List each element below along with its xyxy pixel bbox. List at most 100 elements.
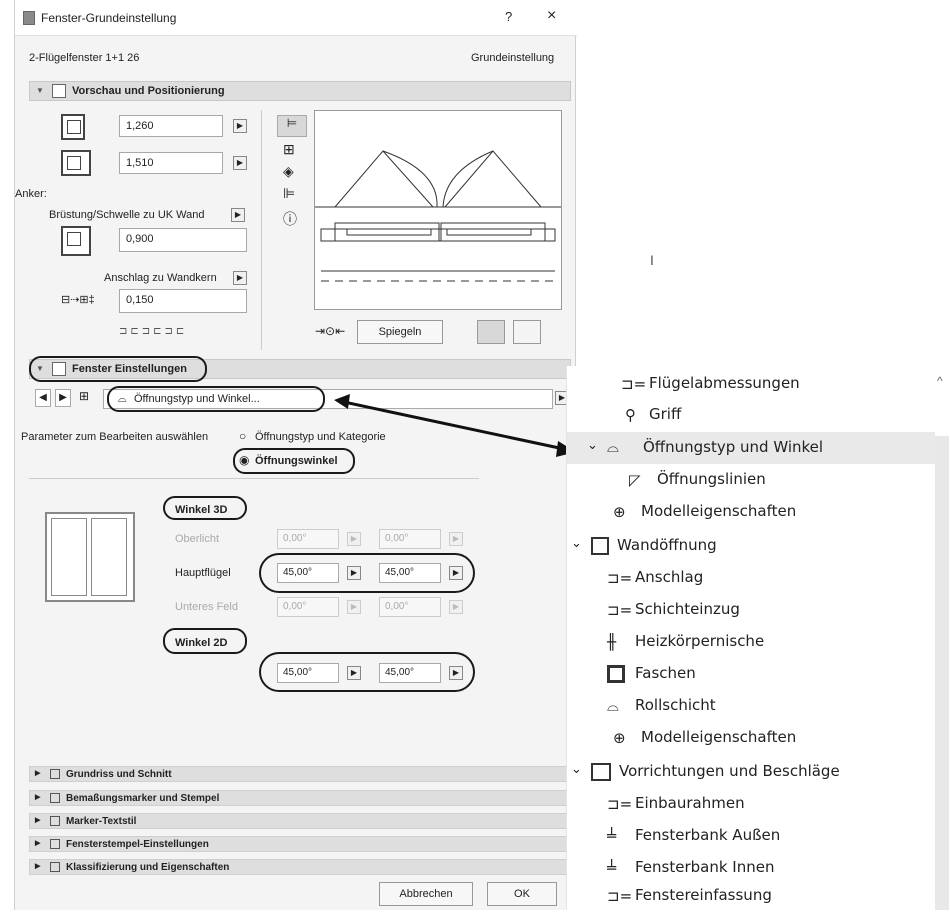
highlight-oval xyxy=(29,356,207,382)
tree-item-label: Griff xyxy=(649,405,682,423)
tree-item-heizkoerpernische[interactable]: ╫ Heizkörpernische xyxy=(607,626,907,658)
unteres-arrow-2[interactable]: ▶ xyxy=(449,600,463,614)
reveal-icon: ⊟⇢⊞‡ xyxy=(61,294,95,306)
tree-item-modelleigenschaften-2[interactable]: ⊕ Modelleigenschaften xyxy=(613,722,913,754)
oberlicht-label: Oberlicht xyxy=(175,533,220,545)
3d-view-icon[interactable]: ◈ xyxy=(283,163,294,180)
unteres-arrow-1[interactable]: ▶ xyxy=(347,600,361,614)
unteres-feld-label: Unteres Feld xyxy=(175,601,238,613)
scrollbar[interactable] xyxy=(935,436,949,910)
section-view-icon[interactable]: ⊫ xyxy=(283,185,295,202)
radiator-niche-icon: ╫ xyxy=(607,633,617,651)
unteres-input-2[interactable]: 0,00° xyxy=(379,597,441,617)
section-dimension-markers[interactable]: ▶ Bemaßungsmarker und Stempel xyxy=(29,790,571,806)
chevron-down-icon: ⌄ xyxy=(571,536,582,551)
tree-item-label: Einbaurahmen xyxy=(635,794,745,812)
tree-item-modelleigenschaften[interactable]: ⊕ Modelleigenschaften xyxy=(613,496,913,528)
tree-item-label: Modelleigenschaften xyxy=(641,728,797,746)
section-marker-textstyle[interactable]: ▶ Marker-Textstil xyxy=(29,813,571,829)
ok-button[interactable]: OK xyxy=(487,882,557,906)
param-select-label: Parameter zum Bearbeiten auswählen xyxy=(21,431,209,443)
elevation-view-icon[interactable]: ⊞ xyxy=(283,141,295,158)
section-classification[interactable]: ▶ Klassifizierung und Eigenschaften xyxy=(29,859,571,875)
page-tree-icon[interactable]: ⊞ xyxy=(79,389,95,407)
reveal-label: Anschlag zu Wandkern xyxy=(104,272,217,284)
tree-item-fenstereinfassung[interactable]: ⊐= Fenstereinfassung xyxy=(607,880,907,912)
width-input[interactable]: 1,260 xyxy=(119,115,223,137)
tree-item-anschlag[interactable]: ⊐= Anschlag xyxy=(607,562,907,594)
tree-item-label: Fenstereinfassung xyxy=(635,886,772,904)
section-preview[interactable]: ▼ Vorschau und Positionierung xyxy=(29,81,571,101)
sash-dimension-icon: ⊐= xyxy=(621,375,647,393)
classification-icon xyxy=(50,862,60,872)
sill-outside-icon: ╧ xyxy=(607,827,617,845)
tree-item-vorrichtungen[interactable]: ⌄ Vorrichtungen und Beschläge xyxy=(567,756,927,788)
window-plan-drawing xyxy=(315,150,561,282)
text-cursor-icon: I xyxy=(650,252,654,268)
tree-item-griff[interactable]: ⚲ Griff xyxy=(621,399,921,431)
tree-item-einbaurahmen[interactable]: ⊐= Einbaurahmen xyxy=(607,788,907,820)
mirror-icon[interactable]: ⇥⊙⇤ xyxy=(315,324,345,338)
anchor-position-icons[interactable]: ⊐⊏⊐⊏⊐⊏ xyxy=(119,326,187,337)
oberlicht-arrow-1[interactable]: ▶ xyxy=(347,532,361,546)
expand-icon: ▶ xyxy=(35,840,41,847)
highlight-oval xyxy=(259,652,475,692)
chevron-down-icon: ⌄ xyxy=(571,762,582,777)
oberlicht-input-2[interactable]: 0,00° xyxy=(379,529,441,549)
tree-item-label: Fensterbank Außen xyxy=(635,826,781,844)
unteres-input-1[interactable]: 0,00° xyxy=(277,597,339,617)
tree-item-faschen[interactable]: Faschen xyxy=(607,658,907,690)
preview-canvas xyxy=(314,110,562,310)
section-label: Bemaßungsmarker und Stempel xyxy=(66,793,220,804)
oberlicht-arrow-2[interactable]: ▶ xyxy=(449,532,463,546)
oberlicht-input-1[interactable]: 0,00° xyxy=(277,529,339,549)
window-icon xyxy=(23,11,35,25)
plan-view-icon[interactable]: ⊨ xyxy=(277,115,307,137)
tree-item-fluegelabmessungen[interactable]: ⊐= Flügelabmessungen xyxy=(621,368,921,400)
tree-item-oeffnungslinien[interactable]: ◸ Öffnungslinien xyxy=(625,464,925,496)
height-input[interactable]: 1,510 xyxy=(119,152,223,174)
opening-side-right-icon[interactable] xyxy=(513,320,541,344)
tree-item-schichteinzug[interactable]: ⊐= Schichteinzug xyxy=(607,594,907,626)
window-casing-icon: ⊐= xyxy=(607,887,633,905)
width-arrow-button[interactable]: ▶ xyxy=(233,119,247,133)
tree-item-label: Modelleigenschaften xyxy=(641,502,797,520)
opening-side-left-icon[interactable] xyxy=(477,320,505,344)
next-page-button[interactable]: ▶ xyxy=(55,389,71,407)
preview-section-icon xyxy=(52,84,66,98)
title-bar: Fenster-Grundeinstellung ? × xyxy=(15,0,577,36)
hauptfluegel-label: Hauptflügel xyxy=(175,567,231,579)
mirror-button[interactable]: Spiegeln xyxy=(357,320,443,344)
sill-icon xyxy=(61,226,91,256)
info-icon[interactable]: ⓘ xyxy=(283,209,297,229)
highlight-oval xyxy=(259,553,475,593)
sill-arrow-button[interactable]: ▶ xyxy=(231,208,245,222)
header-course-icon: ⌓ xyxy=(607,697,619,715)
anchor-label: Anker: xyxy=(15,188,47,200)
tree-item-fensterbank-aussen[interactable]: ╧ Fensterbank Außen xyxy=(607,820,907,852)
window-stamp-icon xyxy=(50,839,60,849)
tree-item-wandoeffnung[interactable]: ⌄ Wandöffnung xyxy=(567,530,927,562)
height-arrow-button[interactable]: ▶ xyxy=(233,156,247,170)
highlight-oval xyxy=(107,386,325,412)
window-thumbnail xyxy=(45,512,135,602)
reveal-input[interactable]: 0,150 xyxy=(119,289,247,313)
sill-input[interactable]: 0,900 xyxy=(119,228,247,252)
tree-item-label: Rollschicht xyxy=(635,696,716,714)
scroll-up-icon[interactable]: ^ xyxy=(937,374,943,388)
cancel-button[interactable]: Abbrechen xyxy=(379,882,473,906)
section-plan-section[interactable]: ▶ Grundriss und Schnitt xyxy=(29,766,571,782)
section-window-stamp[interactable]: ▶ Fensterstempel-Einstellungen xyxy=(29,836,571,852)
settings-tree-panel: ^ ⊐= Flügelabmessungen ⚲ Griff ⌄ ⌓ Öffnu… xyxy=(566,366,950,910)
close-button[interactable]: × xyxy=(547,7,556,25)
tree-item-rollschicht[interactable]: ⌓ Rollschicht xyxy=(607,690,907,722)
reveal-arrow-button[interactable]: ▶ xyxy=(233,271,247,285)
height-icon xyxy=(61,150,91,176)
prev-page-button[interactable]: ◀ xyxy=(35,389,51,407)
help-button[interactable]: ? xyxy=(505,9,512,24)
tree-item-oeffnungstyp[interactable]: ⌄ ⌓ Öffnungstyp und Winkel xyxy=(567,432,935,464)
tree-item-label: Heizkörpernische xyxy=(635,632,765,650)
radio-category[interactable]: ○ xyxy=(239,429,246,443)
settings-mode[interactable]: Grundeinstellung xyxy=(471,52,554,64)
tree-item-label: Öffnungstyp und Winkel xyxy=(643,438,824,456)
